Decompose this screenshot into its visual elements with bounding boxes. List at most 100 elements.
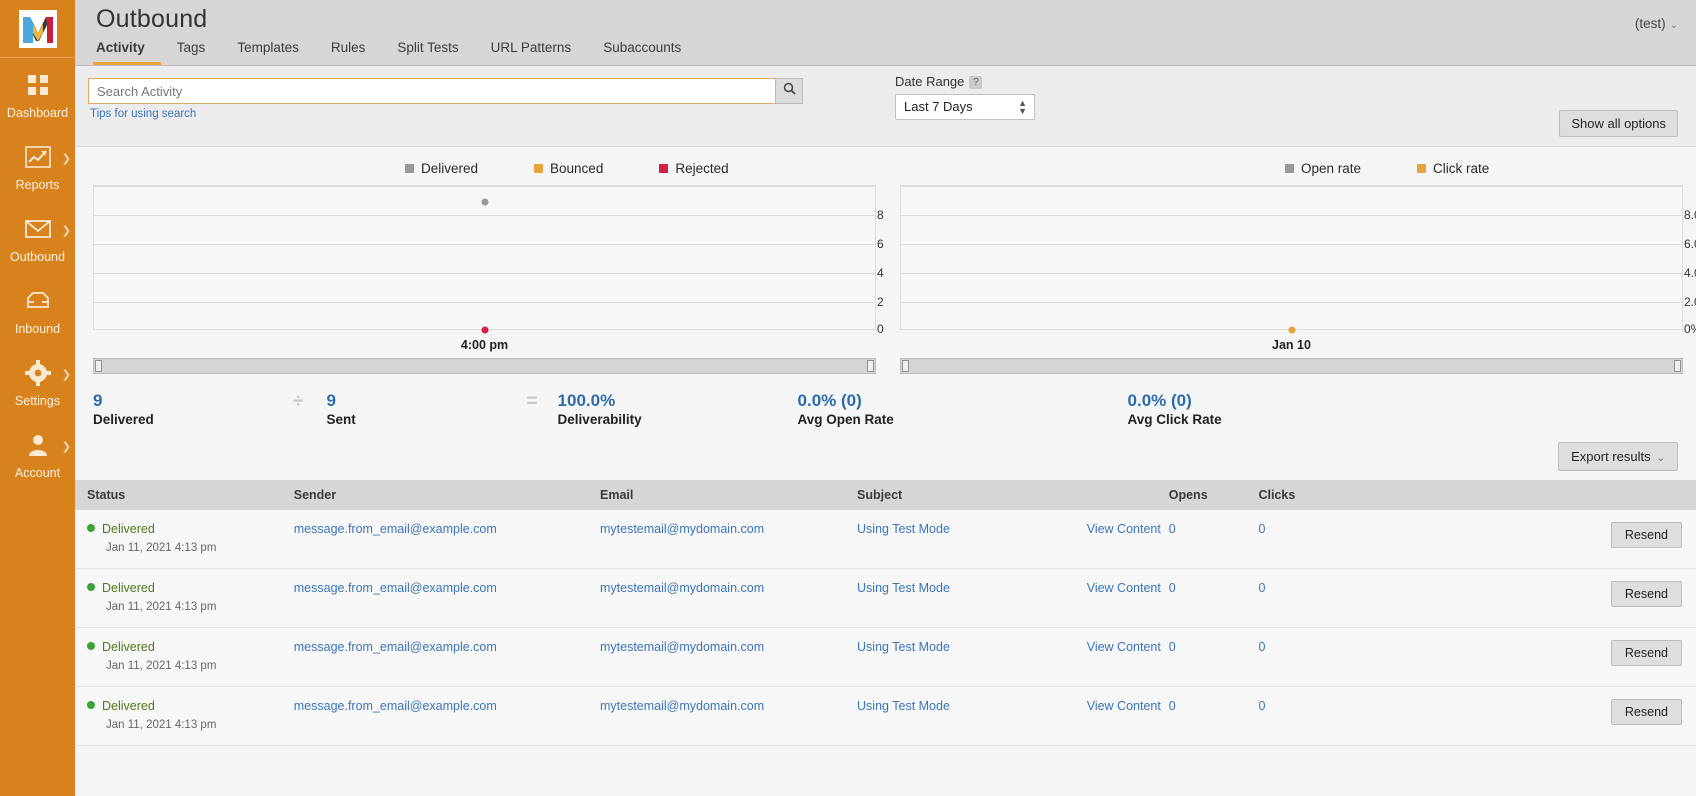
subject-link[interactable]: Using Test Mode — [857, 581, 950, 595]
tab-activity[interactable]: Activity — [93, 36, 161, 65]
export-results-button[interactable]: Export results ⌄ — [1558, 442, 1678, 471]
sidebar-item-account[interactable]: Account ❯ — [0, 418, 75, 490]
sender-link[interactable]: message.from_email@example.com — [294, 640, 497, 654]
account-menu[interactable]: (test) ⌄ — [1635, 16, 1678, 31]
scroll-handle-left[interactable] — [902, 360, 909, 372]
subject-link[interactable]: Using Test Mode — [857, 640, 950, 654]
opens-link[interactable]: 0 — [1169, 699, 1176, 713]
logo-cell[interactable] — [0, 0, 75, 58]
sidebar-item-inbound[interactable]: Inbound — [0, 274, 75, 346]
search-input[interactable] — [88, 78, 775, 104]
main-content: Outbound (test) ⌄ Activity Tags Templates… — [75, 0, 1696, 796]
date-range-control: Date Range? Last 7 Days ▲ ▼ — [895, 74, 1035, 120]
subject-link[interactable]: Using Test Mode — [857, 522, 950, 536]
email-link[interactable]: mytestemail@mydomain.com — [600, 522, 764, 536]
view-content-link[interactable]: View Content — [1087, 640, 1161, 654]
legend-item-bounced[interactable]: Bounced — [534, 161, 603, 176]
table-row[interactable]: Delivered Jan 11, 2021 4:13 pm message.f… — [75, 686, 1696, 746]
legend-swatch-bounced — [534, 164, 544, 173]
tab-url-patterns[interactable]: URL Patterns — [475, 36, 588, 65]
resend-button[interactable]: Resend — [1610, 522, 1682, 548]
table-row[interactable]: Delivered Jan 11, 2021 4:13 pm message.f… — [75, 627, 1696, 687]
clicks-link[interactable]: 0 — [1258, 522, 1265, 536]
view-content-link[interactable]: View Content — [1087, 581, 1161, 595]
data-point-click-rate[interactable] — [1288, 326, 1295, 334]
column-header-subject[interactable]: Subject — [857, 480, 1087, 510]
volume-chart-plot[interactable]: 8 6 4 2 0 — [93, 185, 884, 336]
sidebar-item-outbound[interactable]: Outbound ❯ — [0, 202, 75, 274]
legend-item-click-rate[interactable]: Click rate — [1417, 161, 1489, 176]
sidebar: Dashboard Reports ❯ Outbound ❯ Inbound S… — [0, 0, 75, 796]
clicks-link[interactable]: 0 — [1258, 581, 1265, 595]
date-range-select[interactable]: Last 7 Days ▲ ▼ — [895, 94, 1035, 120]
tab-rules[interactable]: Rules — [315, 36, 382, 65]
email-link[interactable]: mytestemail@mydomain.com — [600, 581, 764, 595]
sender-link[interactable]: message.from_email@example.com — [294, 581, 497, 595]
gridline — [94, 302, 875, 303]
subject-link[interactable]: Using Test Mode — [857, 699, 950, 713]
search-tips-link[interactable]: Tips for using search — [90, 108, 1678, 120]
sender-link[interactable]: message.from_email@example.com — [294, 699, 497, 713]
tab-templates[interactable]: Templates — [221, 36, 315, 65]
chevron-right-icon: ❯ — [61, 153, 71, 165]
stat-value: 100.0% — [557, 391, 616, 410]
gridline — [901, 186, 1682, 187]
tab-tags[interactable]: Tags — [161, 36, 222, 65]
legend-label: Rejected — [675, 161, 729, 176]
resend-button[interactable]: Resend — [1610, 699, 1682, 725]
show-all-options-button[interactable]: Show all options — [1559, 110, 1678, 137]
help-icon[interactable]: ? — [969, 76, 983, 89]
legend-swatch-open-rate — [1285, 164, 1294, 173]
sidebar-item-dashboard[interactable]: Dashboard — [0, 58, 75, 130]
resend-button[interactable]: Resend — [1610, 581, 1682, 607]
view-content-link[interactable]: View Content — [1087, 522, 1161, 536]
cell-view-content: View Content — [1086, 627, 1169, 687]
column-header-opens[interactable]: Opens — [1168, 480, 1259, 510]
cell-email: mytestemail@mydomain.com — [600, 568, 858, 628]
sender-link[interactable]: message.from_email@example.com — [294, 522, 497, 536]
search-button[interactable] — [775, 78, 803, 104]
cell-clicks: 0 — [1258, 627, 1576, 687]
gridline — [94, 273, 875, 274]
column-header-action — [1575, 480, 1696, 510]
data-point-rejected[interactable] — [481, 326, 488, 334]
column-header-clicks[interactable]: Clicks — [1258, 480, 1576, 510]
scroll-handle-right[interactable] — [1674, 360, 1681, 372]
column-header-status[interactable]: Status — [75, 480, 294, 510]
table-row[interactable]: Delivered Jan 11, 2021 4:13 pm message.f… — [75, 510, 1696, 569]
opens-link[interactable]: 0 — [1169, 640, 1176, 654]
stat-value: 9 — [326, 391, 336, 410]
status-text: Delivered — [102, 640, 155, 654]
cell-action: Resend — [1575, 510, 1696, 569]
tab-subaccounts[interactable]: Subaccounts — [587, 36, 697, 65]
tab-split-tests[interactable]: Split Tests — [381, 36, 474, 65]
legend-item-open-rate[interactable]: Open rate — [1285, 161, 1361, 176]
gridline — [94, 215, 875, 216]
scroll-handle-left[interactable] — [95, 360, 102, 372]
legend-item-delivered[interactable]: Delivered — [405, 161, 478, 176]
opens-link[interactable]: 0 — [1169, 581, 1176, 595]
y-tick-label: 8 — [877, 208, 884, 222]
rate-chart-plot[interactable]: 8.0% 6.0% 4.0% 2.0% 0% — [900, 185, 1696, 336]
sidebar-item-label: Reports — [15, 178, 60, 192]
column-header-email[interactable]: Email — [600, 480, 858, 510]
opens-link[interactable]: 0 — [1169, 522, 1176, 536]
cell-action: Resend — [1575, 686, 1696, 746]
clicks-link[interactable]: 0 — [1258, 640, 1265, 654]
scroll-handle-right[interactable] — [867, 360, 874, 372]
clicks-link[interactable]: 0 — [1258, 699, 1265, 713]
date-range-label-row: Date Range? — [895, 74, 1035, 89]
email-link[interactable]: mytestemail@mydomain.com — [600, 640, 764, 654]
legend-item-rejected[interactable]: Rejected — [659, 161, 729, 176]
sidebar-item-settings[interactable]: Settings ❯ — [0, 346, 75, 418]
data-point-delivered[interactable] — [481, 198, 488, 206]
volume-chart-range-scrollbar[interactable] — [93, 358, 876, 374]
sidebar-item-reports[interactable]: Reports ❯ — [0, 130, 75, 202]
resend-button[interactable]: Resend — [1610, 640, 1682, 666]
email-link[interactable]: mytestemail@mydomain.com — [600, 699, 764, 713]
table-row[interactable]: Delivered Jan 11, 2021 4:13 pm message.f… — [75, 568, 1696, 628]
rate-chart-range-scrollbar[interactable] — [900, 358, 1683, 374]
column-header-sender[interactable]: Sender — [293, 480, 600, 510]
stat-value: 0.0% (0) — [797, 391, 862, 410]
view-content-link[interactable]: View Content — [1087, 699, 1161, 713]
